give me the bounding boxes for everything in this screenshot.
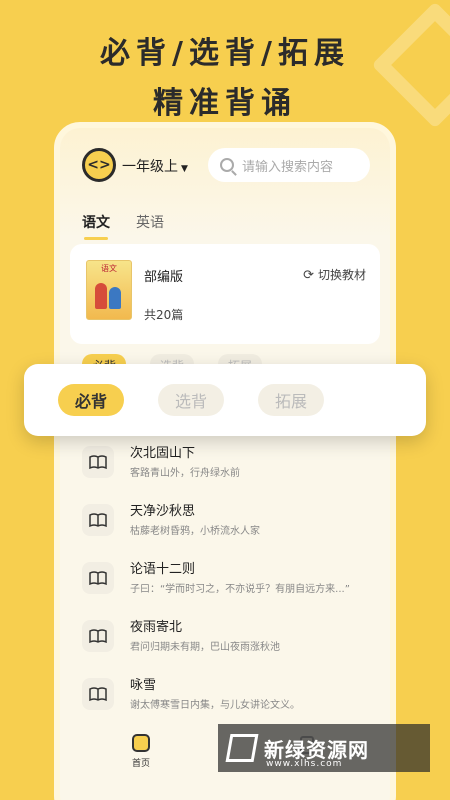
poem-title: 论语十二则	[130, 562, 196, 577]
switch-textbook-button[interactable]: ⟳ 切换教材	[303, 266, 366, 283]
tab-home[interactable]: 首页	[132, 734, 150, 769]
poem-line: 枯藤老树昏鸦，小桥流水人家	[130, 526, 260, 537]
tab-home-label: 首页	[132, 759, 151, 769]
book-cover-image[interactable]: 语文	[86, 260, 132, 320]
subject-tabs: 语文 英语	[82, 212, 164, 240]
chip-xuanbei[interactable]: 选背	[158, 384, 224, 416]
caret-down-icon: ▼	[181, 164, 188, 174]
book-icon	[82, 678, 114, 710]
book-icon	[82, 562, 114, 594]
book-cover-text: 语文	[101, 264, 117, 273]
headline-secondary: 精准背诵	[153, 86, 297, 121]
list-item[interactable]: 咏雪 谢太傅寒雪日内集，与儿女讲论文义。	[82, 672, 380, 730]
phone-mockup: <> 一年级上 ▼ 请输入搜索内容 语文 英语 语文 部编版 ⟳ 切换教材 共20篇…	[54, 122, 396, 800]
poem-line: 子曰：“学而时习之，不亦说乎？有朋自远方来...”	[130, 584, 350, 595]
chip-bibei[interactable]: 必背	[58, 384, 124, 416]
poem-title: 夜雨寄北	[130, 620, 183, 635]
watermark: 新绿资源网 www.xlhs.com	[218, 724, 430, 772]
refresh-icon: ⟳	[303, 268, 314, 283]
search-icon	[220, 158, 234, 172]
list-item[interactable]: 次北固山下 客路青山外，行舟绿水前	[82, 440, 380, 498]
list-item[interactable]: 夜雨寄北 君问归期未有期，巴山夜雨涨秋池	[82, 614, 380, 672]
book-icon	[82, 620, 114, 652]
switch-label: 切换教材	[317, 268, 366, 282]
edition-label: 部编版	[144, 270, 184, 285]
textbook-card: 语文 部编版 ⟳ 切换教材 共20篇	[70, 244, 380, 344]
poem-line: 客路青山外，行舟绿水前	[130, 468, 240, 479]
tab-chinese[interactable]: 语文	[82, 212, 110, 240]
search-placeholder: 请输入搜索内容	[242, 159, 334, 175]
watermark-domain: www.xlhs.com	[266, 759, 343, 769]
tab-english[interactable]: 英语	[136, 212, 164, 232]
poem-title: 次北固山下	[130, 446, 196, 461]
list-item[interactable]: 论语十二则 子曰：“学而时习之，不亦说乎？有朋自远方来...”	[82, 556, 380, 614]
lesson-count: 共20篇	[144, 308, 184, 322]
poem-title: 天净沙秋思	[130, 504, 196, 519]
grade-label: 一年级上	[122, 159, 178, 175]
poem-title: 咏雪	[130, 678, 157, 693]
app-logo-icon[interactable]: <>	[82, 148, 116, 182]
grade-selector[interactable]: 一年级上 ▼	[122, 156, 188, 176]
watermark-logo-icon	[225, 734, 259, 762]
book-icon	[82, 446, 114, 478]
search-input[interactable]: 请输入搜索内容	[208, 148, 370, 182]
home-icon	[132, 734, 150, 752]
category-filter-popup: 必背 选背 拓展	[24, 364, 426, 436]
book-icon	[82, 504, 114, 536]
list-item[interactable]: 天净沙秋思 枯藤老树昏鸦，小桥流水人家	[82, 498, 380, 556]
poem-line: 君问归期未有期，巴山夜雨涨秋池	[130, 642, 280, 653]
poem-line: 谢太傅寒雪日内集，与儿女讲论文义。	[130, 700, 300, 711]
chip-tuozhan[interactable]: 拓展	[258, 384, 324, 416]
poem-list: 次北固山下 客路青山外，行舟绿水前 天净沙秋思 枯藤老树昏鸦，小桥流水人家 论语…	[82, 440, 380, 730]
headline-primary: 必背/选背/拓展	[100, 36, 350, 71]
cover-figure	[109, 287, 121, 309]
cover-figure	[95, 283, 107, 309]
